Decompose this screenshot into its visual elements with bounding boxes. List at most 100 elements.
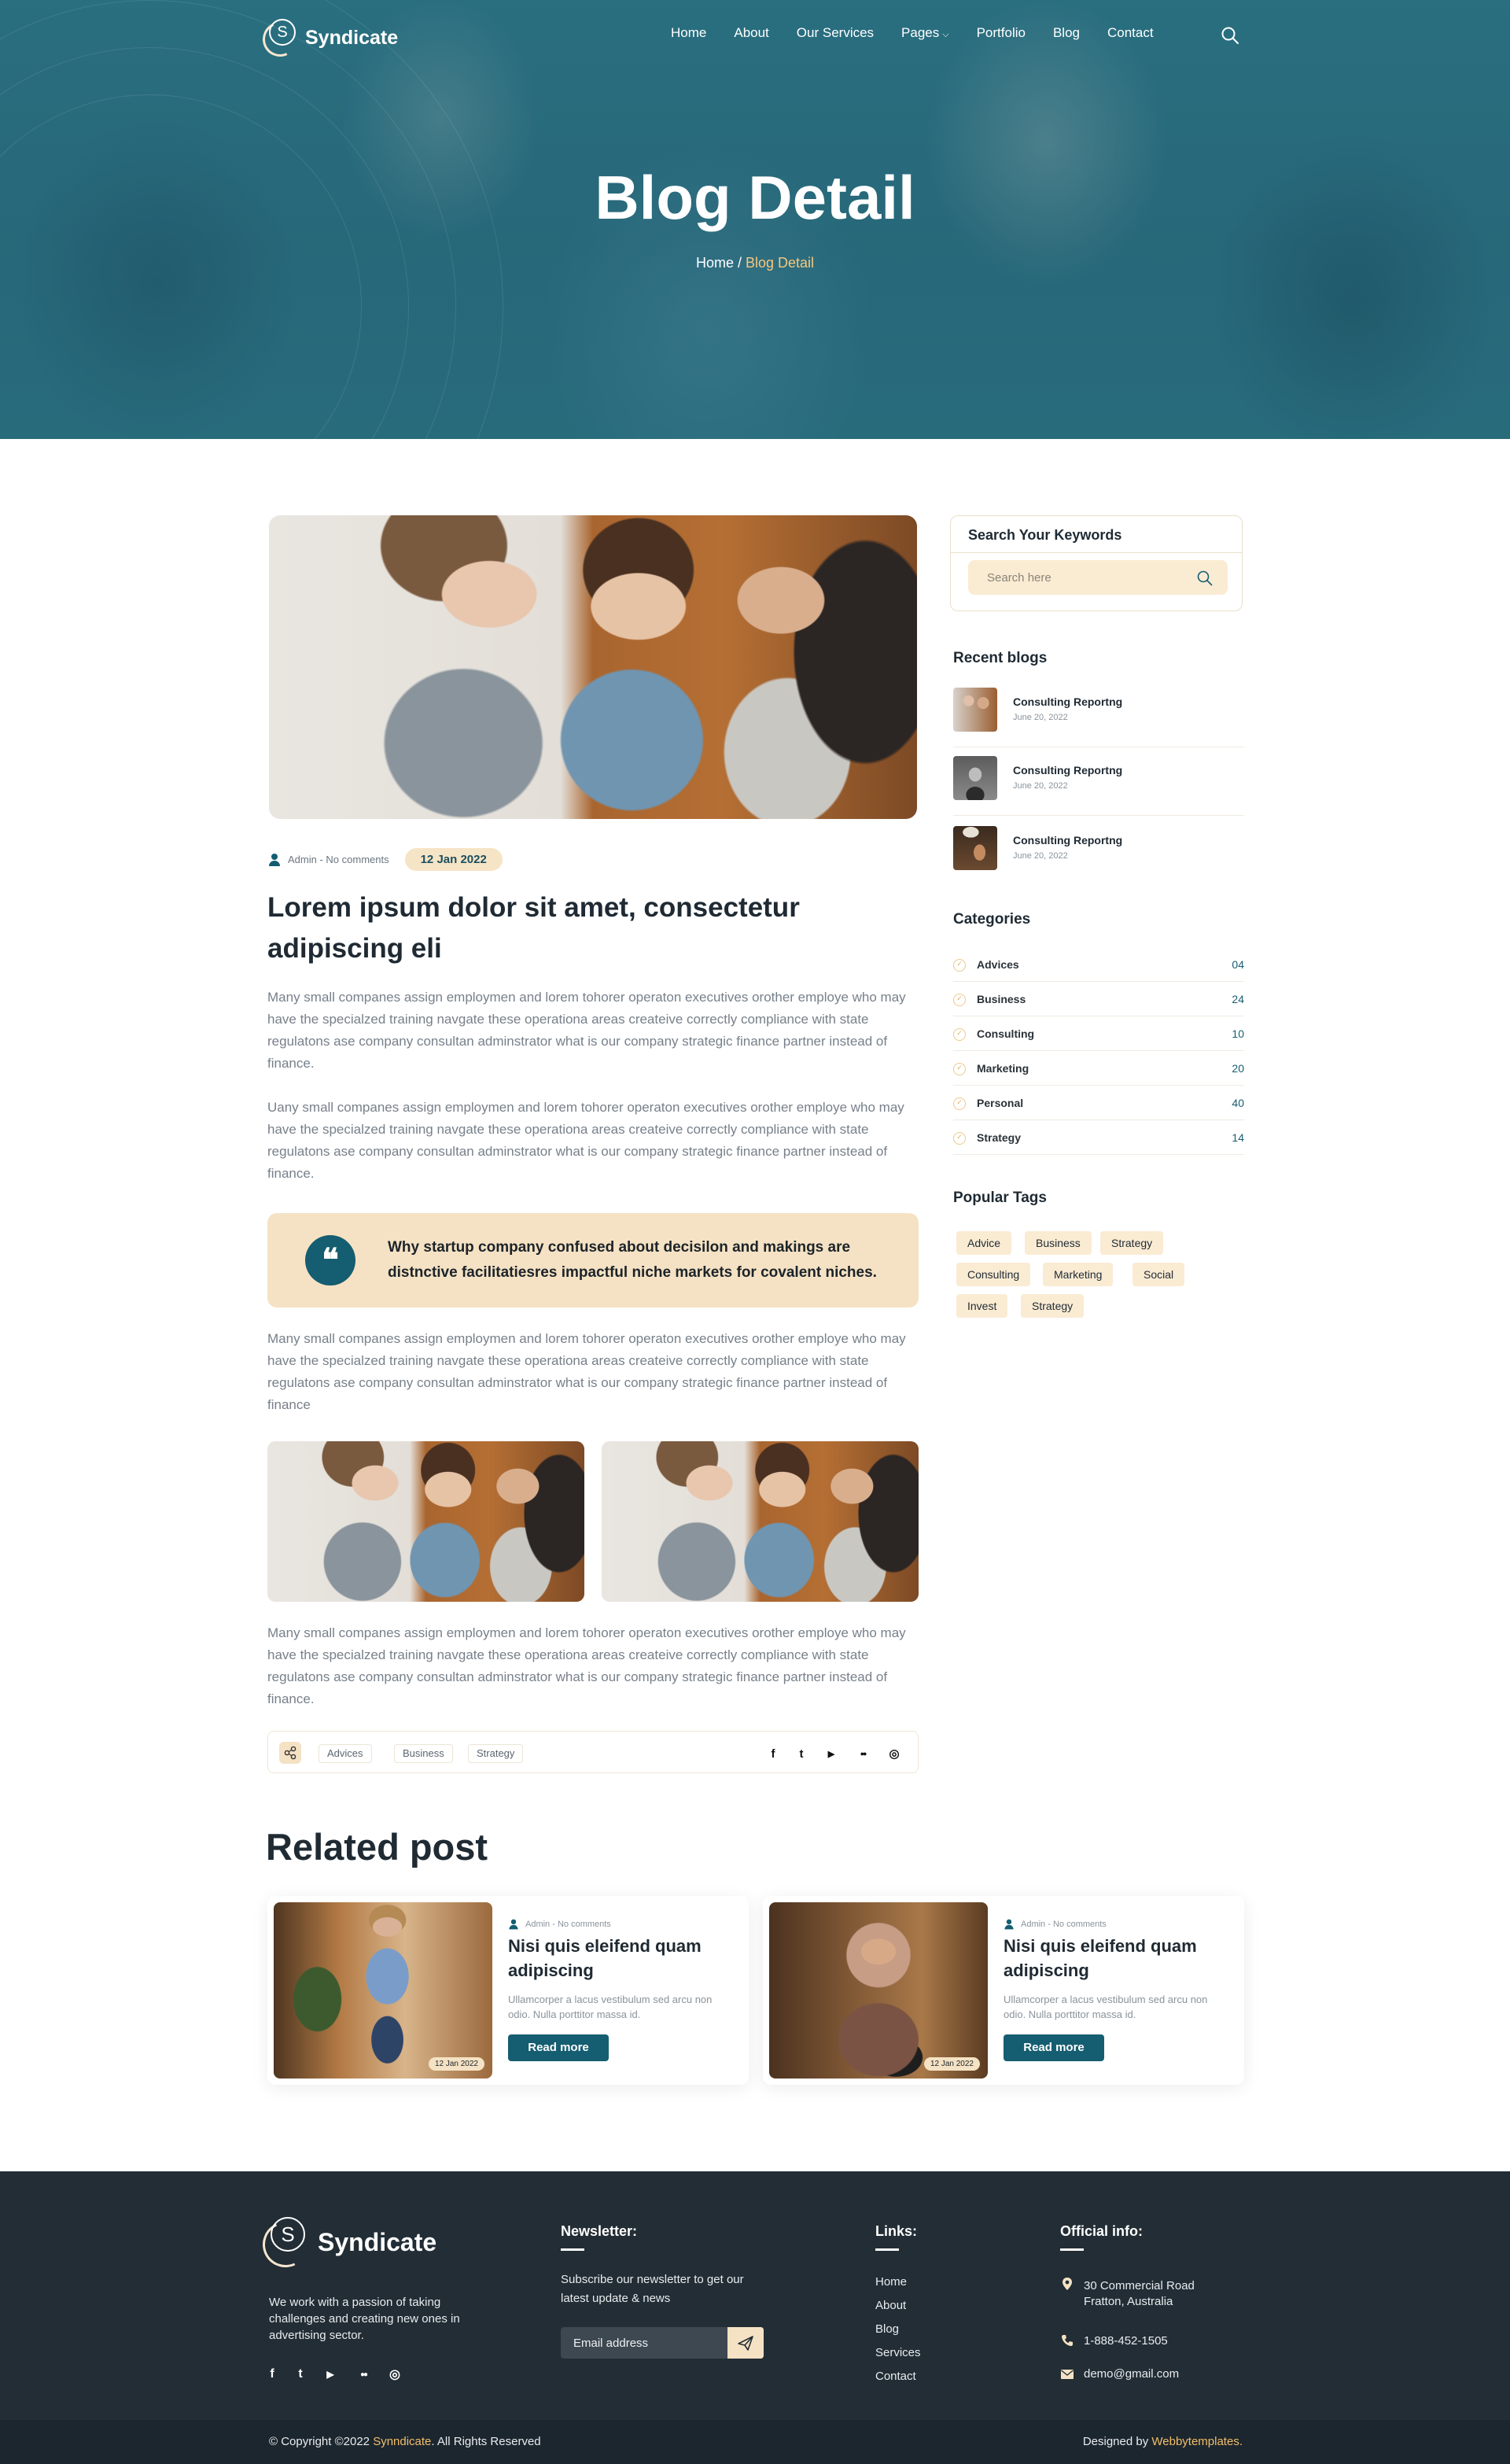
post-paragraph-3: Many small companes assign employmen and… [267, 1331, 906, 1412]
nav-home[interactable]: Home [671, 25, 706, 41]
tag-business[interactable]: Business [1025, 1231, 1092, 1255]
official-info-heading: Official info: [1060, 2223, 1143, 2239]
read-more-button[interactable]: Read more [1004, 2034, 1104, 2061]
tag-invest[interactable]: Invest [956, 1294, 1008, 1318]
instagram-icon[interactable]: ◎ [886, 1746, 902, 1761]
related-post-card[interactable]: 12 Jan 2022 Admin - No comments Nisi qui… [763, 1896, 1244, 2085]
category-item[interactable]: ✓ Marketing 20 [953, 1051, 1244, 1086]
twitter-icon[interactable]: t [291, 2365, 310, 2384]
nav-portfolio[interactable]: Portfolio [977, 25, 1026, 41]
heading-underline [875, 2248, 899, 2251]
category-name: Personal [977, 1097, 1024, 1109]
youtube-icon[interactable]: ▶ [321, 2365, 340, 2384]
post-tag-advices[interactable]: Advices [319, 1744, 372, 1763]
phone-icon [1062, 2335, 1073, 2346]
post-tag-business[interactable]: Business [394, 1744, 453, 1763]
post-tag-strategy[interactable]: Strategy [468, 1744, 524, 1763]
recent-blog-thumbnail [953, 826, 997, 870]
share-icon[interactable] [279, 1742, 301, 1764]
category-count: 04 [1232, 958, 1244, 971]
tag-strategy-2[interactable]: Strategy [1021, 1294, 1085, 1318]
nav-contact[interactable]: Contact [1107, 25, 1154, 41]
nav-pages[interactable]: Pages ⌵ [901, 25, 949, 41]
breadcrumb-home[interactable]: Home [696, 255, 734, 271]
sidebar-search-widget: Search Your Keywords [950, 515, 1243, 611]
medium-icon[interactable]: ●● [855, 1746, 871, 1761]
breadcrumb-current: Blog Detail [745, 255, 815, 271]
category-item[interactable]: ✓ Personal 40 [953, 1086, 1244, 1120]
footer-about-text: We work with a passion of taking challen… [269, 2296, 460, 2342]
brand-logo[interactable]: S Syndicate [257, 17, 399, 62]
search-icon[interactable] [1221, 26, 1239, 45]
tag-advice[interactable]: Advice [956, 1231, 1012, 1255]
post-title: Lorem ipsum dolor sit amet, consectetur … [267, 892, 800, 964]
category-item[interactable]: ✓ Strategy 14 [953, 1120, 1244, 1155]
youtube-icon[interactable]: ▶ [823, 1746, 839, 1761]
recent-blog-date: June 20, 2022 [1013, 851, 1068, 861]
tag-consulting[interactable]: Consulting [956, 1263, 1031, 1286]
newsletter-email-input[interactable] [561, 2327, 727, 2359]
facebook-icon[interactable]: f [765, 1746, 781, 1761]
category-name: Advices [977, 958, 1019, 971]
category-name: Business [977, 993, 1026, 1005]
footer-phone[interactable]: 1-888-452-1505 [1084, 2333, 1168, 2349]
logo-icon: S [257, 17, 303, 62]
email-icon [1061, 2370, 1074, 2379]
recent-blog-title: Consulting Reportng [1013, 695, 1123, 708]
related-post-title[interactable]: Nisi quis eleifend quam adipiscing [1004, 1934, 1232, 1983]
footer-email[interactable]: demo@gmail.com [1084, 2366, 1179, 2382]
tag-strategy[interactable]: Strategy [1100, 1231, 1164, 1255]
related-post-title[interactable]: Nisi quis eleifend quam adipiscing [508, 1934, 736, 1983]
footer-address: 30 Commercial Road Fratton, Australia [1084, 2279, 1195, 2308]
footer-link-about[interactable]: About [875, 2299, 906, 2312]
category-item[interactable]: ✓ Advices 04 [953, 947, 1244, 982]
category-item[interactable]: ✓ Business 24 [953, 982, 1244, 1016]
heading-underline [1060, 2248, 1084, 2251]
post-featured-image [269, 515, 917, 819]
category-name: Strategy [977, 1131, 1022, 1144]
related-post-meta: Admin - No comments [1004, 1918, 1107, 1931]
tag-social[interactable]: Social [1132, 1263, 1185, 1286]
chevron-down-icon: ⌵ [942, 30, 949, 39]
categories-heading: Categories [953, 911, 1031, 928]
footer-link-services[interactable]: Services [875, 2346, 921, 2359]
read-more-button[interactable]: Read more [508, 2034, 609, 2061]
search-icon[interactable] [1196, 570, 1214, 587]
footer-brand-name: Syndicate [318, 2227, 437, 2256]
newsletter-text: Subscribe our newsletter to get our late… [561, 2273, 744, 2305]
copyright-bar: © Copyright ©2022 Synndicate. All Rights… [0, 2420, 1510, 2464]
check-circle-icon: ✓ [953, 994, 966, 1006]
instagram-icon[interactable]: ◎ [385, 2365, 404, 2384]
nav-our-services[interactable]: Our Services [797, 25, 874, 41]
recent-blog-item[interactable]: Consulting Reportng June 20, 2022 [953, 826, 1244, 886]
footer-logo[interactable]: S Syndicate [256, 2215, 437, 2274]
copyright-brand-link[interactable]: Synndicate [373, 2435, 431, 2448]
user-icon [509, 1919, 518, 1930]
search-input[interactable] [968, 560, 1228, 595]
recent-blog-date: June 20, 2022 [1013, 713, 1068, 722]
footer-link-contact[interactable]: Contact [875, 2370, 916, 2383]
nav-blog[interactable]: Blog [1053, 25, 1080, 41]
designer-link[interactable]: Webbytemplates. [1151, 2435, 1243, 2448]
links-heading: Links: [875, 2223, 918, 2239]
footer-link-home[interactable]: Home [875, 2275, 907, 2289]
related-post-author: Admin - No comments [1021, 1920, 1107, 1929]
footer-link-blog[interactable]: Blog [875, 2322, 899, 2336]
twitter-icon[interactable]: t [794, 1746, 809, 1761]
related-post-card[interactable]: 12 Jan 2022 Admin - No comments Nisi qui… [267, 1896, 749, 2085]
user-icon [1004, 1919, 1014, 1930]
related-post-excerpt: Ullamcorper a lacus vestibulum sed arcu … [1004, 1994, 1208, 2020]
category-item[interactable]: ✓ Consulting 10 [953, 1016, 1244, 1051]
top-navigation: S Syndicate Home About Our Services Page… [0, 0, 1510, 71]
brand-name: Syndicate [305, 26, 399, 49]
recent-blog-item[interactable]: Consulting Reportng June 20, 2022 [953, 756, 1244, 816]
tag-marketing[interactable]: Marketing [1043, 1263, 1114, 1286]
send-icon[interactable] [727, 2327, 764, 2359]
recent-blog-item[interactable]: Consulting Reportng June 20, 2022 [953, 688, 1244, 747]
post-meta: Admin - No comments 12 Jan 2022 [269, 848, 503, 871]
facebook-icon[interactable]: f [263, 2365, 282, 2384]
nav-about[interactable]: About [734, 25, 768, 41]
recent-blogs-heading: Recent blogs [953, 650, 1048, 666]
medium-icon[interactable]: ●● [354, 2365, 373, 2384]
post-date-badge: 12 Jan 2022 [404, 848, 503, 871]
